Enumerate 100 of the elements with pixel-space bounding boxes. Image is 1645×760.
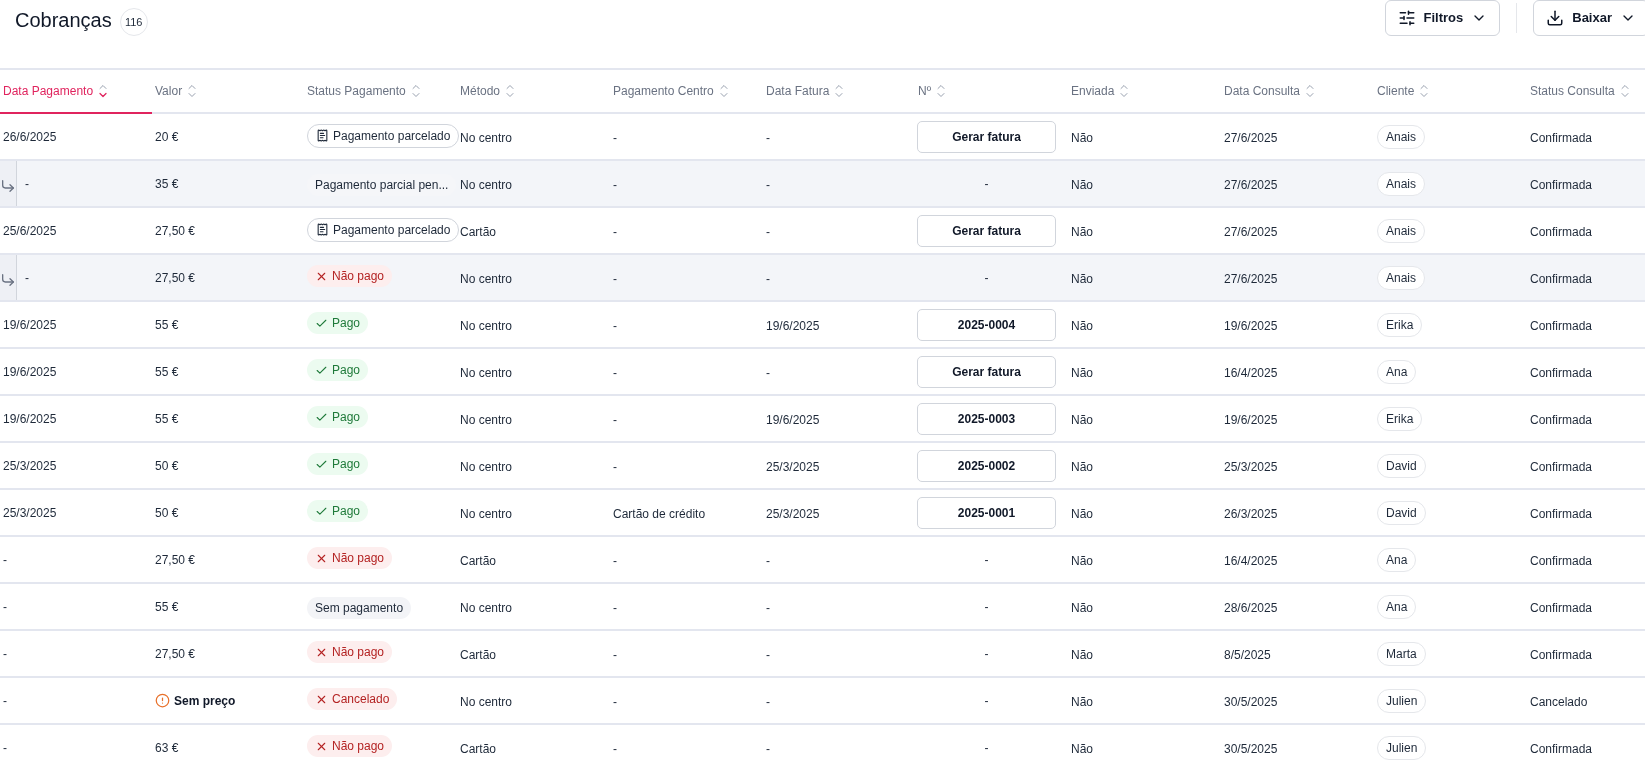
download-button[interactable]: Baixar	[1533, 0, 1645, 36]
table-cell: -	[766, 177, 770, 192]
client-tag: Anais	[1377, 219, 1426, 243]
client-tag: Ana	[1377, 548, 1417, 572]
table-cell: -	[613, 271, 617, 286]
table-cell: -	[766, 694, 770, 709]
column-header[interactable]: Data Fatura	[766, 82, 830, 100]
invoice-button[interactable]: 2025-0003	[917, 402, 1056, 435]
table-cell: Não	[1071, 130, 1093, 145]
column-header[interactable]: Status Consulta	[1530, 82, 1615, 100]
table-cell: No centro	[460, 177, 513, 192]
invoice-button[interactable]: Gerar fatura	[917, 120, 1056, 153]
invoice-button[interactable]: 2025-0001	[917, 496, 1056, 529]
column-header[interactable]: Data Pagamento	[3, 82, 94, 100]
invoice-button[interactable]: Gerar fatura	[917, 355, 1056, 388]
table-cell: Cartão	[460, 741, 497, 756]
column-header[interactable]: Status Pagamento	[307, 82, 406, 100]
table-cell-text: -	[3, 551, 7, 569]
client-tag: David	[1377, 454, 1426, 478]
column-header[interactable]: Pagamento Centro	[613, 82, 714, 100]
child-arrow-icon	[0, 178, 16, 194]
column-header[interactable]: Enviada	[1071, 82, 1115, 100]
child-arrow-icon	[0, 272, 16, 288]
table-cell-text: 55 €	[155, 410, 179, 428]
page-title: Cobranças	[15, 8, 112, 33]
table-cell: Não	[1071, 694, 1093, 709]
status-badge: Pago	[307, 500, 369, 523]
table-cell-text: Sem preço	[174, 692, 236, 710]
table-cell: Confirmada	[1530, 271, 1593, 286]
table-cell: 27/6/2025	[1224, 224, 1278, 239]
column-header[interactable]: Cliente	[1377, 82, 1415, 100]
table-cell-text: 20 €	[155, 128, 179, 146]
sliders-icon	[1397, 9, 1416, 27]
table-cell: Confirmada	[1530, 553, 1593, 568]
table-cell-text: 19/6/2025	[3, 363, 57, 381]
table-cell: Não	[1071, 318, 1093, 333]
receipt-icon	[316, 129, 329, 143]
table-cell: 16/4/2025	[1224, 365, 1278, 380]
invoice-button[interactable]: 2025-0004	[917, 308, 1056, 341]
table-cell: Não	[1071, 647, 1093, 662]
table-cell: 19/6/2025	[1224, 412, 1278, 427]
table-cell-text: -	[25, 175, 29, 193]
table-cell: No centro	[460, 365, 513, 380]
status-badge: Pago	[307, 453, 369, 476]
table-cell-text: -	[984, 645, 989, 663]
table-cell: -	[613, 412, 617, 427]
client-tag: Julien	[1377, 689, 1427, 713]
table-cell: -	[613, 647, 617, 662]
status-badge: Pago	[307, 359, 369, 382]
table-cell: -	[613, 224, 617, 239]
table-cell: -	[766, 130, 770, 145]
client-tag: Ana	[1377, 360, 1417, 384]
table-cell: Não	[1071, 459, 1093, 474]
column-header[interactable]: Data Consulta	[1224, 82, 1301, 100]
table-cell-text: 55 €	[155, 363, 179, 381]
table-cell: Não	[1071, 224, 1093, 239]
table-cell: Não	[1071, 365, 1093, 380]
table-cell: No centro	[460, 271, 513, 286]
table-cell: Confirmada	[1530, 741, 1593, 756]
client-tag: Ana	[1377, 595, 1417, 619]
status-badge: Sem pagamento	[307, 596, 412, 619]
table-cell: Confirmada	[1530, 600, 1593, 615]
table-cell: No centro	[460, 600, 513, 615]
table-cell: 25/3/2025	[766, 506, 820, 521]
alert-icon	[155, 693, 170, 708]
table-cell: 25/3/2025	[766, 459, 820, 474]
invoice-button[interactable]: Gerar fatura	[917, 214, 1056, 247]
table-cell: Confirmada	[1530, 412, 1593, 427]
table-cell: -	[766, 553, 770, 568]
table-cell: -	[766, 271, 770, 286]
table-cell: Cancelado	[1530, 694, 1588, 709]
table-cell: 8/5/2025	[1224, 647, 1271, 662]
client-tag: Julien	[1377, 736, 1427, 760]
table-cell: 19/6/2025	[766, 412, 820, 427]
column-header[interactable]: Método	[460, 82, 501, 100]
table-cell: -	[613, 600, 617, 615]
invoice-button[interactable]: 2025-0002	[917, 449, 1056, 482]
table-cell-text: -	[984, 269, 989, 287]
status-badge: Não pago	[307, 265, 393, 288]
column-header[interactable]: Valor	[155, 82, 183, 100]
status-badge: Não pago	[307, 735, 393, 758]
table-cell-text: 63 €	[155, 739, 179, 757]
table-cell: -	[613, 741, 617, 756]
table-cell: -	[613, 130, 617, 145]
table-cell: 30/5/2025	[1224, 694, 1278, 709]
client-tag: Erika	[1377, 313, 1423, 337]
status-badge: Não pago	[307, 641, 393, 664]
column-header[interactable]: Nº	[918, 82, 932, 100]
download-icon	[1546, 9, 1565, 27]
table-cell-text: 19/6/2025	[3, 316, 57, 334]
table-cell: -	[613, 553, 617, 568]
table-cell: -	[613, 177, 617, 192]
table-cell-text: -	[3, 598, 7, 616]
table-cell: Cartão	[460, 553, 497, 568]
table-cell: -	[766, 224, 770, 239]
table-cell: 27/6/2025	[1224, 271, 1278, 286]
table-cell: 28/6/2025	[1224, 600, 1278, 615]
table-cell: -	[613, 694, 617, 709]
filter-button[interactable]: Filtros	[1384, 0, 1501, 36]
table-cell: Não	[1071, 412, 1093, 427]
